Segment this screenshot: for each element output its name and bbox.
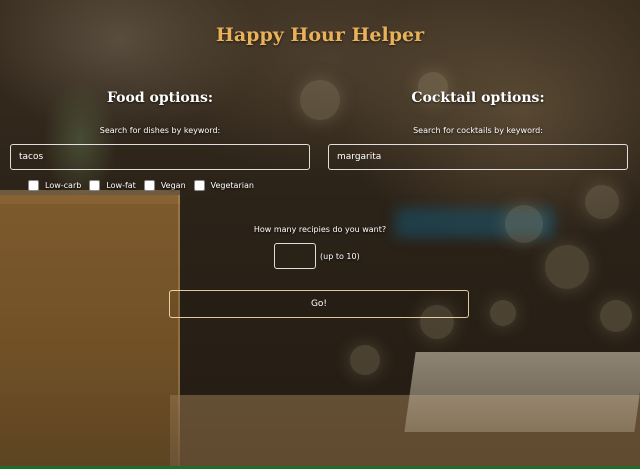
diet-filters: Low-carb Low-fat Vegan Vegetarian — [28, 178, 262, 192]
page-title: Happy Hour Helper — [215, 24, 425, 46]
vegetarian-checkbox[interactable] — [193, 179, 205, 191]
food-search-input[interactable] — [10, 144, 310, 170]
low-fat-checkbox[interactable] — [89, 179, 101, 191]
recipe-count-hint: (up to 10) — [320, 251, 360, 261]
cocktail-search-input[interactable] — [328, 144, 628, 170]
vegan-label: Vegan — [160, 180, 186, 190]
filter-low-carb[interactable]: Low-carb — [28, 179, 82, 191]
vegetarian-label: Vegetarian — [210, 180, 254, 190]
vegan-checkbox[interactable] — [143, 179, 155, 191]
cocktail-options-heading: Cocktail options: — [411, 90, 545, 106]
filter-vegan[interactable]: Vegan — [143, 179, 186, 191]
food-search-label: Search for dishes by keyword: — [99, 126, 221, 135]
go-button[interactable]: Go! — [169, 290, 469, 318]
low-carb-label: Low-carb — [45, 180, 82, 190]
recipe-count-row: (up to 10) — [274, 243, 360, 269]
filter-low-fat[interactable]: Low-fat — [89, 179, 136, 191]
filter-vegetarian[interactable]: Vegetarian — [193, 179, 254, 191]
recipe-count-input[interactable] — [274, 243, 316, 269]
happy-hour-form: Happy Hour Helper Food options: Cocktail… — [0, 0, 640, 469]
cocktail-search-label: Search for cocktails by keyword: — [413, 126, 543, 135]
low-carb-checkbox[interactable] — [28, 179, 39, 191]
food-options-heading: Food options: — [107, 90, 213, 106]
recipe-count-question: How many recipies do you want? — [253, 225, 387, 234]
low-fat-label: Low-fat — [106, 180, 136, 190]
